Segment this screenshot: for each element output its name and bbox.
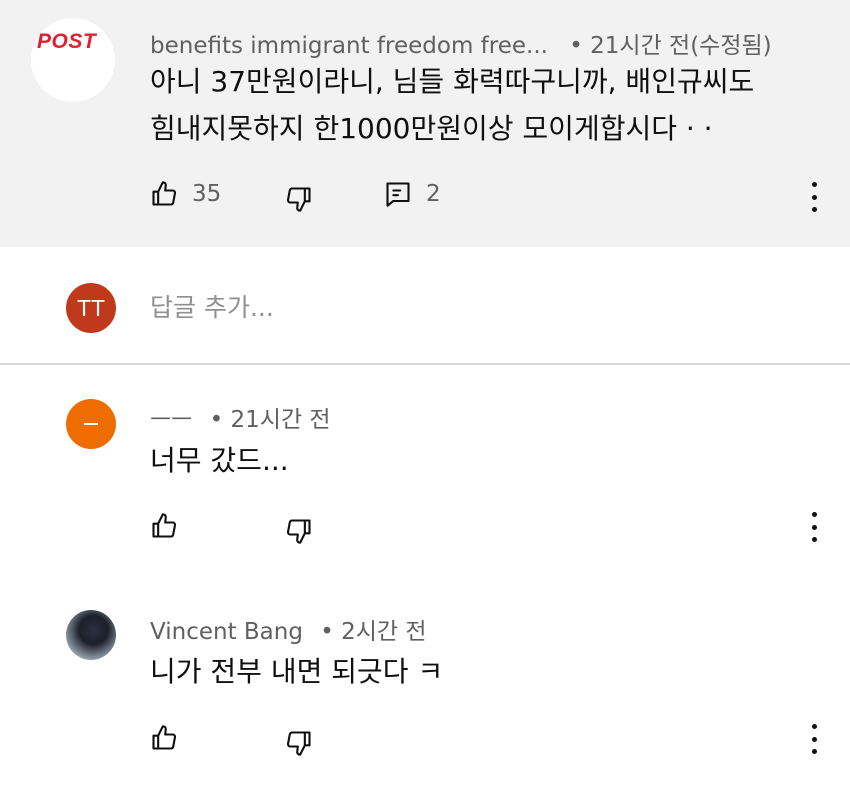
avatar[interactable] — [66, 610, 116, 660]
comment-text-line: 힘내지못하지 한1000만원이상 모이게합시다 · · — [150, 112, 713, 145]
thumbs-down-icon — [286, 187, 311, 212]
thumbs-down-icon — [286, 731, 311, 756]
reply-author[interactable]: ㅡㅡ — [150, 407, 192, 433]
thumbs-up-icon — [152, 725, 177, 750]
avatar[interactable]: POST — [31, 18, 115, 102]
comment-header: benefits immigrant freedom free... • 21시… — [150, 26, 772, 60]
comment-icon — [386, 182, 410, 207]
avatar[interactable]: TT — [66, 283, 116, 333]
reply-input[interactable] — [150, 287, 790, 327]
divider — [0, 363, 850, 365]
more-options-icon[interactable] — [802, 182, 826, 212]
avatar[interactable] — [66, 399, 116, 449]
like-button[interactable] — [150, 512, 178, 540]
comment-text-line: 아니 37만원이라니, 님들 화력따구니까, 배인규씨도 — [150, 65, 755, 98]
post-logo: POST — [37, 30, 97, 53]
reply-text: 너무 갔드... — [150, 444, 289, 477]
thumbs-down-icon — [286, 519, 311, 544]
reply-count: 2 — [426, 181, 441, 207]
reply-timestamp: • 21시간 전 — [209, 407, 331, 433]
like-count: 35 — [192, 181, 222, 207]
reply-header: ㅡㅡ • 21시간 전 — [150, 400, 331, 434]
like-button[interactable] — [150, 724, 178, 752]
thumbs-up-icon — [152, 181, 177, 206]
reply-button[interactable]: 2 — [384, 180, 441, 208]
more-options-icon[interactable] — [802, 512, 826, 542]
dislike-button[interactable] — [285, 185, 313, 213]
add-reply-row: TT — [0, 247, 850, 363]
like-button[interactable]: 35 — [150, 180, 221, 208]
comment-author[interactable]: benefits immigrant freedom free... — [150, 33, 548, 59]
dislike-button[interactable] — [285, 729, 313, 757]
highlighted-comment: POST benefits immigrant freedom free... … — [0, 0, 850, 247]
comment-text: 아니 37만원이라니, 님들 화력따구니까, 배인규씨도 힘내지못하지 한100… — [150, 58, 754, 152]
more-options-icon[interactable] — [802, 724, 826, 754]
reply-text: 니가 전부 내면 되긋다 ㅋ — [150, 655, 444, 688]
thumbs-up-icon — [152, 513, 177, 538]
reply-header: Vincent Bang • 2시간 전 — [150, 612, 427, 646]
comment-timestamp: • 21시간 전(수정됨) — [569, 33, 772, 59]
reply-timestamp: • 2시간 전 — [320, 619, 427, 645]
dislike-button[interactable] — [285, 517, 313, 545]
reply-author[interactable]: Vincent Bang — [150, 619, 303, 645]
